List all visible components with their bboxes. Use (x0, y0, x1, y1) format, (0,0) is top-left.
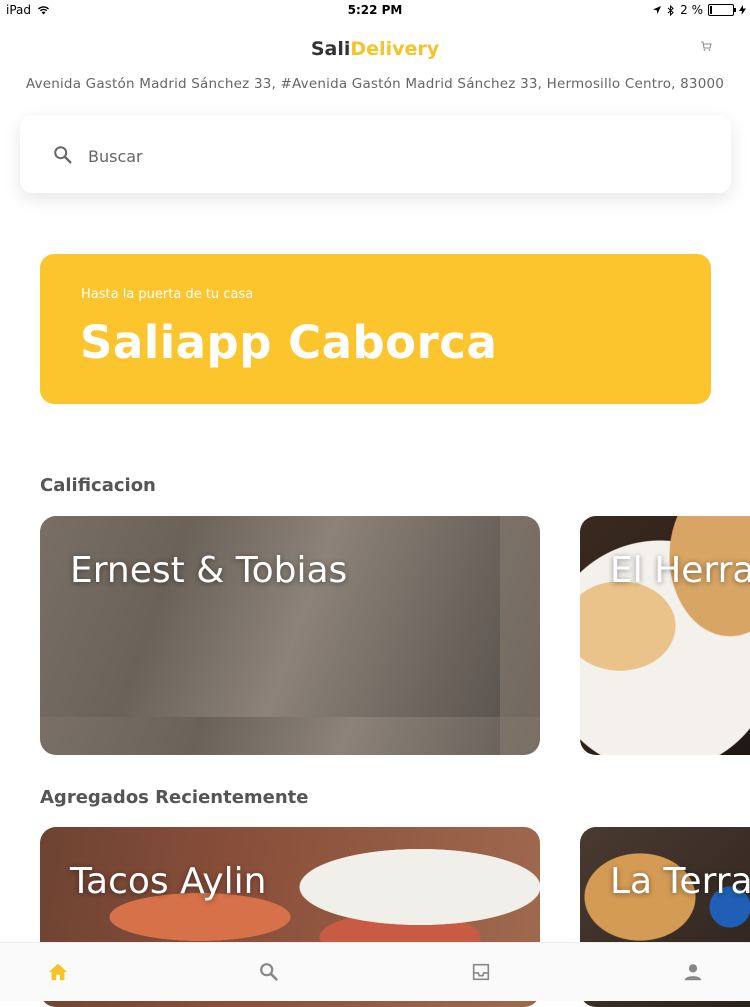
section-title-calificacion: Calificacion (40, 475, 156, 496)
search-icon[interactable] (258, 961, 280, 983)
cart-icon[interactable] (700, 40, 712, 52)
search-icon (54, 146, 72, 164)
user-icon[interactable] (682, 961, 704, 983)
restaurant-name: El Herra (610, 550, 750, 591)
bluetooth-icon (667, 4, 674, 16)
battery-icon (708, 4, 736, 16)
restaurant-card-el-herra[interactable]: El Herra (580, 516, 750, 755)
restaurant-name: Ernest & Tobias (70, 550, 348, 591)
restaurant-card-ernest-tobias[interactable]: Ernest & Tobias (40, 516, 540, 755)
promo-banner[interactable]: Hasta la puerta de tu casa Saliapp Cabor… (40, 254, 711, 404)
section-title-agregados-recientemente: Agregados Recientemente (40, 787, 309, 808)
brand-logo: SaliDelivery (0, 38, 750, 60)
status-bar: iPad 5:22 PM 2 % (0, 0, 750, 22)
brand-name-part1: Sali (310, 38, 351, 60)
home-icon[interactable] (47, 961, 69, 983)
battery-percent: 2 % (680, 3, 703, 17)
location-arrow-icon (653, 6, 662, 14)
delivery-address[interactable]: Avenida Gastón Madrid Sánchez 33, #Aveni… (0, 76, 750, 92)
restaurant-name: La Terra (610, 861, 750, 902)
banner-title: Saliapp Caborca (80, 316, 498, 369)
banner-subtitle: Hasta la puerta de tu casa (81, 287, 254, 302)
search-bar[interactable] (20, 115, 731, 193)
brand-name-part2: Delivery (350, 38, 440, 60)
status-time: 5:22 PM (347, 3, 403, 17)
inbox-icon[interactable] (470, 961, 492, 983)
search-input[interactable] (86, 141, 590, 171)
restaurant-name: Tacos Aylin (70, 861, 267, 902)
charging-bolt-icon (739, 5, 746, 15)
bottom-nav (0, 942, 750, 1001)
